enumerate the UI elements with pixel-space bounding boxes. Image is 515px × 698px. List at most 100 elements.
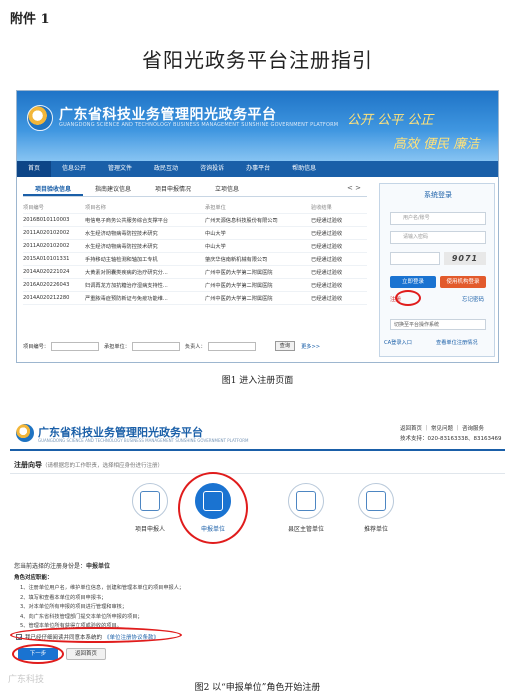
person-icon xyxy=(132,483,168,519)
tab-application-status[interactable]: 项目申报情况 xyxy=(143,183,203,196)
filter-project-no-label: 项目编号： xyxy=(23,343,49,350)
nav-service[interactable]: 办事平台 xyxy=(235,161,281,177)
duty-item: 4、向广东省科技管理部门提交本单位所申报的项目； xyxy=(20,613,143,620)
tab-scroll-arrows[interactable]: < > xyxy=(347,184,361,192)
tab-guide-suggestion[interactable]: 指南建议信息 xyxy=(83,183,143,196)
filter-project-no-input[interactable] xyxy=(50,341,99,351)
duty-item: 2、填写和查看本单位的项目申报书； xyxy=(20,594,107,601)
cell-result: 已经通过验收 xyxy=(311,217,343,224)
cell-unit: 中山大学 xyxy=(205,243,226,250)
cell-project-no: 2015A010101331 xyxy=(23,256,70,262)
login-button[interactable]: 立即登录 xyxy=(390,276,436,288)
more-link[interactable]: 更多>> xyxy=(301,343,320,350)
slogan-line-1: 公开 公平 公正 xyxy=(347,113,434,128)
login-title: 系统登录 xyxy=(424,191,452,199)
table-row[interactable]: 2016A020226043 妇调再龙方加抗糖治疗湿病支持性... 广州中医药大… xyxy=(23,279,367,292)
wizard-title: 注册向导 xyxy=(14,461,42,469)
header-divider xyxy=(10,449,505,451)
wizard-divider xyxy=(10,473,505,474)
cell-project-name[interactable]: 手持移动主轴检测和轴加工专机 xyxy=(85,256,205,263)
filter-unit-label: 承担单位： xyxy=(103,343,130,350)
recommend-icon xyxy=(358,483,394,519)
cell-project-no: 2011A020102002 xyxy=(23,230,70,236)
table-row[interactable]: 2014A020221024 大黄素对阴囊类疾病的治疗研究分... 广州中医药大… xyxy=(23,266,367,279)
col-result: 验收结果 xyxy=(311,204,332,211)
tab-acceptance[interactable]: 项目验收信息 xyxy=(23,183,84,196)
figure-2-screenshot: 广东省科技业务管理阳光政务平台 GUANGDONG SCIENCE AND TE… xyxy=(10,415,505,665)
cell-project-no: 2014A020212280 xyxy=(23,295,70,301)
cell-project-no: 2014A020221024 xyxy=(23,269,70,275)
filter-unit-input[interactable] xyxy=(131,341,180,351)
nav-complaints[interactable]: 咨询投诉 xyxy=(189,161,235,177)
agent-login-button[interactable]: 使用机构登录 xyxy=(440,276,486,288)
tab-approval[interactable]: 立项信息 xyxy=(203,183,251,196)
nav-home[interactable]: 首页 xyxy=(17,161,52,177)
role-recommender[interactable]: 推荐单位 xyxy=(344,483,408,533)
role-recommender-label: 推荐单位 xyxy=(363,526,388,533)
platform-switch-select[interactable]: 切换至平台操作系统 xyxy=(390,319,486,330)
selected-role-text: 您当前选择的注册身份是： xyxy=(14,563,87,570)
cell-result: 已经通过验收 xyxy=(311,230,343,237)
document-title: 省阳光政务平台注册指引 xyxy=(142,48,373,72)
nav-help[interactable]: 帮助信息 xyxy=(281,161,327,177)
cell-unit: 中山大学 xyxy=(205,230,226,237)
wizard-heading: 注册向导（请根据您的工作职责，选择相应身份进行注册） xyxy=(14,460,163,470)
nav-info-public[interactable]: 信息公开 xyxy=(51,161,97,177)
cell-project-no: 2011A020102002 xyxy=(23,243,70,249)
forgot-password-link[interactable]: 忘记密码 xyxy=(462,295,484,303)
table-row[interactable]: 2011A020102002 水生经济动物病毒防控技术研究 中山大学 已经通过验… xyxy=(23,240,367,253)
figure-2-caption: 图2 以“申报单位”角色开始注册 xyxy=(194,683,321,693)
table-row[interactable]: 2015A010101331 手持移动主轴检测和轴加工专机 肇庆华信南新机械有限… xyxy=(23,253,367,266)
duty-item: 3、对本单位所有申报的项目进行管理和审核； xyxy=(20,604,128,610)
col-project-no: 项目编号 xyxy=(23,204,44,211)
cell-unit: 肇庆华信南新机械有限公司 xyxy=(205,256,268,263)
filter-leader-label: 负责人： xyxy=(184,343,206,350)
site-name-en: GUANGDONG SCIENCE AND TECHNOLOGY BUSINES… xyxy=(38,438,249,443)
password-field[interactable]: 请输入密码 xyxy=(390,231,486,244)
cell-result: 已经通过验收 xyxy=(311,282,343,289)
captcha-image[interactable]: 9071 xyxy=(444,252,486,265)
site-name-en: GUANGDONG SCIENCE AND TECHNOLOGY BUSINES… xyxy=(59,122,339,128)
role-applicant[interactable]: 项目申报人 xyxy=(118,483,182,533)
query-button[interactable]: 查询 xyxy=(274,341,296,351)
col-unit: 承担单位 xyxy=(205,204,226,211)
cell-project-name[interactable]: 妇调再龙方加抗糖治疗湿病支持性... xyxy=(85,282,205,289)
filter-leader-input[interactable] xyxy=(207,341,256,351)
cell-project-name[interactable]: 水生经济动物病毒防控技术研究 xyxy=(85,243,205,250)
support-phone: 技术支持：020-83163338、83163469 xyxy=(400,436,502,442)
info-tabs: 项目验收信息 指南建议信息 项目申报情况 立项信息 xyxy=(23,183,367,197)
table-row[interactable]: 2016B010110003 电信电子商务公共服务综合支撑平台 广州天源信息科技… xyxy=(23,214,367,227)
selected-role: 您当前选择的注册身份是：申报单位 xyxy=(14,561,110,570)
role-applicant-label: 项目申报人 xyxy=(134,526,165,533)
highlight-ring-register xyxy=(395,290,421,306)
cell-result: 已经通过验收 xyxy=(311,269,343,276)
cell-project-name[interactable]: 大黄素对阴囊类疾病的治疗研究分... xyxy=(85,269,205,276)
cell-project-no: 2016B010110003 xyxy=(23,217,70,223)
captcha-input[interactable] xyxy=(390,252,440,265)
acceptance-table: 项目编号 项目名称 承担单位 验收结果 2016B010110003 电信电子商… xyxy=(23,201,367,305)
cell-project-no: 2016A020226043 xyxy=(23,282,70,288)
cell-unit: 广州中医药大学第二附属医院 xyxy=(205,269,273,276)
role-county-authority[interactable]: 县区主管单位 xyxy=(274,483,338,533)
cell-project-name[interactable]: 电信电子商务公共服务综合支撑平台 xyxy=(85,217,205,224)
highlight-ring-role xyxy=(178,472,248,544)
back-home-button[interactable]: 返回首页 xyxy=(66,648,106,660)
annex-label: 附件 1 xyxy=(10,12,50,27)
site-logo-icon xyxy=(16,424,34,442)
nav-documents[interactable]: 管理文件 xyxy=(97,161,143,177)
table-row[interactable]: 2011A020102002 水生经济动物病毒防控技术研究 中山大学 已经通过验… xyxy=(23,227,367,240)
ca-login-link[interactable]: CA登录入口 xyxy=(384,339,412,346)
top-links[interactable]: 返回首页 ｜ 常见问题 ｜ 咨询服务 xyxy=(400,424,484,432)
col-project-name: 项目名称 xyxy=(85,204,106,211)
highlight-ring-next xyxy=(12,644,64,664)
login-panel: 系统登录 用户名/账号 请输入密码 9071 立即登录 使用机构登录 注册 忘记… xyxy=(379,183,495,357)
unit-register-status-link[interactable]: 查看单位注册情况 xyxy=(436,339,478,346)
duty-title: 角色对应职能： xyxy=(14,575,53,581)
nav-interaction[interactable]: 政民互动 xyxy=(143,161,189,177)
username-field[interactable]: 用户名/账号 xyxy=(390,212,486,225)
cell-project-name[interactable]: 水生经济动物病毒防控技术研究 xyxy=(85,230,205,237)
cell-project-name[interactable]: 严重脓毒症预防新证与免疫功能维... xyxy=(85,295,205,302)
table-row[interactable]: 2014A020212280 严重脓毒症预防新证与免疫功能维... 广州中医药大… xyxy=(23,292,367,305)
cell-unit: 广州天源信息科技股份有限公司 xyxy=(205,217,278,224)
cell-result: 已经通过验收 xyxy=(311,256,343,263)
